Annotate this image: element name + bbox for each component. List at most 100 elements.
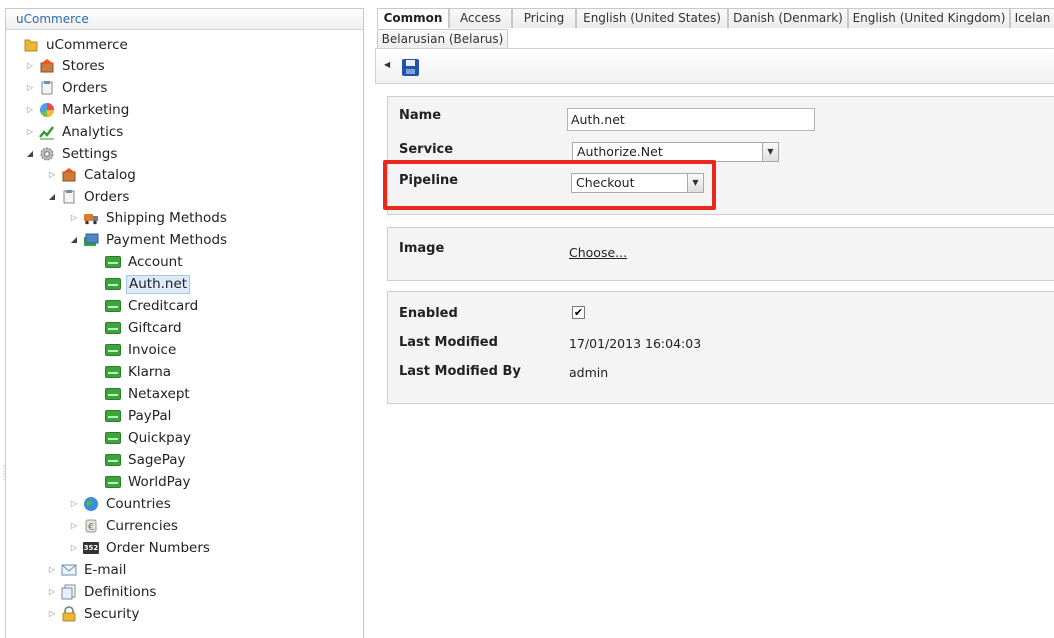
- expand-arrow-icon[interactable]: ▷: [24, 56, 36, 76]
- tree-node-order-numbers[interactable]: ▷ 352 Order Numbers: [68, 538, 212, 558]
- tab-belarusian[interactable]: Belarusian (Belarus): [377, 29, 508, 49]
- order-numbers-icon: 352: [83, 542, 99, 554]
- tree-node-account[interactable]: Account: [105, 252, 185, 272]
- tree-label: WorldPay: [128, 474, 191, 490]
- tree-node-stores[interactable]: ▷ Stores: [24, 56, 107, 76]
- payment-method-icon: [105, 364, 121, 380]
- expand-arrow-icon[interactable]: ▷: [46, 165, 58, 185]
- tree-label: Analytics: [62, 124, 124, 140]
- tree-label: Auth.net: [126, 274, 191, 294]
- check-icon: ✔: [573, 306, 584, 319]
- service-select[interactable]: Authorize.Net ▼: [572, 142, 779, 162]
- tree-node-ucommerce[interactable]: uCommerce: [8, 35, 130, 55]
- name-input[interactable]: Auth.net: [567, 108, 815, 131]
- truck-icon: [83, 210, 99, 226]
- svg-text:€: €: [88, 522, 94, 533]
- tree-node-settings-orders[interactable]: ◢ Orders: [46, 187, 131, 207]
- expand-arrow-icon[interactable]: ▷: [24, 122, 36, 142]
- tree-node-payment-methods[interactable]: ◢ Payment Methods: [68, 230, 229, 250]
- tab-icelandic[interactable]: Icelan: [1010, 8, 1054, 28]
- tree-node-catalog[interactable]: ▷ Catalog: [46, 165, 138, 185]
- tree-node-invoice[interactable]: Invoice: [105, 340, 178, 360]
- order-numbers-icon-text: 352: [83, 544, 99, 552]
- expand-arrow-icon[interactable]: ▷: [68, 208, 80, 228]
- payment-method-icon: [105, 474, 121, 490]
- tree-node-analytics[interactable]: ▷ Analytics: [24, 122, 125, 142]
- tree-node-definitions[interactable]: ▷ Definitions: [46, 582, 158, 602]
- payment-method-icon: [105, 298, 121, 314]
- tree-node-auth-net[interactable]: Auth.net: [105, 274, 191, 294]
- marketing-icon: [39, 102, 55, 118]
- tree-label: PayPal: [128, 408, 172, 424]
- expand-arrow-icon[interactable]: ▷: [46, 604, 58, 624]
- tree-label: Settings: [62, 146, 118, 162]
- tree-node-paypal[interactable]: PayPal: [105, 406, 173, 426]
- tree-node-countries[interactable]: ▷ Countries: [68, 494, 173, 514]
- last-modified-value: 17/01/2013 16:04:03: [569, 336, 702, 351]
- payment-method-icon: [105, 386, 121, 402]
- tree-node-giftcard[interactable]: Giftcard: [105, 318, 184, 338]
- tab-common[interactable]: Common: [377, 8, 449, 28]
- tree-label: Invoice: [128, 342, 177, 358]
- tree-node-currencies[interactable]: ▷ € Currencies: [68, 516, 180, 536]
- payment-methods-icon: [83, 232, 99, 248]
- panel-resize-handle[interactable]: ⋮ ⋮: [0, 465, 8, 495]
- tab-pricing[interactable]: Pricing: [512, 8, 576, 28]
- tree-node-marketing[interactable]: ▷ Marketing: [24, 100, 131, 120]
- tree-node-klarna[interactable]: Klarna: [105, 362, 173, 382]
- pipeline-highlight-box: [383, 160, 716, 210]
- tree-label: Catalog: [84, 167, 136, 183]
- expand-arrow-icon[interactable]: ▷: [24, 78, 36, 98]
- expand-arrow-icon[interactable]: ▷: [68, 538, 80, 558]
- back-arrow-icon[interactable]: ◀: [384, 60, 390, 69]
- tab-english-us[interactable]: English (United States): [576, 8, 728, 28]
- collapse-arrow-icon[interactable]: ◢: [46, 187, 58, 207]
- name-label: Name: [399, 108, 442, 123]
- tree-node-shipping-methods[interactable]: ▷ Shipping Methods: [68, 208, 229, 228]
- tab-danish[interactable]: Danish (Denmark): [728, 8, 848, 28]
- expand-arrow-icon[interactable]: ▷: [46, 582, 58, 602]
- orders-icon: [61, 189, 77, 205]
- expand-arrow-icon[interactable]: ▷: [68, 516, 80, 536]
- tree-node-sagepay[interactable]: SagePay: [105, 450, 188, 470]
- tree-node-email[interactable]: ▷ E-mail: [46, 560, 128, 580]
- save-icon[interactable]: [402, 59, 419, 76]
- definitions-icon: [61, 584, 77, 600]
- tree-label: Definitions: [84, 584, 157, 600]
- expand-arrow-icon[interactable]: ▷: [46, 560, 58, 580]
- collapse-arrow-icon[interactable]: ◢: [24, 144, 36, 164]
- globe-icon: [83, 496, 99, 512]
- orders-icon: [39, 80, 55, 96]
- tree-label: Account: [128, 254, 183, 270]
- payment-method-icon: [105, 254, 121, 270]
- collapse-arrow-icon[interactable]: ◢: [68, 230, 80, 250]
- service-select-value: Authorize.Net: [577, 144, 663, 159]
- tab-english-uk[interactable]: English (United Kingdom): [848, 8, 1010, 28]
- folder-icon: [23, 37, 39, 53]
- gear-icon: [39, 146, 55, 162]
- payment-method-icon: [105, 452, 121, 468]
- image-label: Image: [399, 241, 445, 256]
- tree-node-creditcard[interactable]: Creditcard: [105, 296, 200, 316]
- payment-method-icon: [105, 320, 121, 336]
- tree-label: Giftcard: [128, 320, 182, 336]
- chevron-down-icon[interactable]: ▼: [762, 143, 778, 161]
- catalog-icon: [61, 167, 77, 183]
- tree-node-worldpay[interactable]: WorldPay: [105, 472, 192, 492]
- expand-arrow-icon[interactable]: ▷: [24, 100, 36, 120]
- tree-node-netaxept[interactable]: Netaxept: [105, 384, 192, 404]
- tree-node-orders[interactable]: ▷ Orders: [24, 78, 109, 98]
- analytics-icon: [39, 124, 55, 140]
- tree-node-quickpay[interactable]: Quickpay: [105, 428, 193, 448]
- currency-icon: €: [83, 518, 99, 534]
- service-label: Service: [399, 142, 454, 157]
- store-icon: [39, 58, 55, 74]
- tree-node-settings[interactable]: ◢ Settings: [24, 144, 119, 164]
- choose-image-link[interactable]: Choose...: [569, 245, 627, 260]
- enabled-checkbox[interactable]: ✔: [572, 306, 585, 319]
- last-modified-by-value: admin: [569, 365, 609, 380]
- expand-arrow-icon[interactable]: ▷: [68, 494, 80, 514]
- tree-node-security[interactable]: ▷ Security: [46, 604, 141, 624]
- tab-access[interactable]: Access: [449, 8, 512, 28]
- tree-label: Orders: [62, 80, 108, 96]
